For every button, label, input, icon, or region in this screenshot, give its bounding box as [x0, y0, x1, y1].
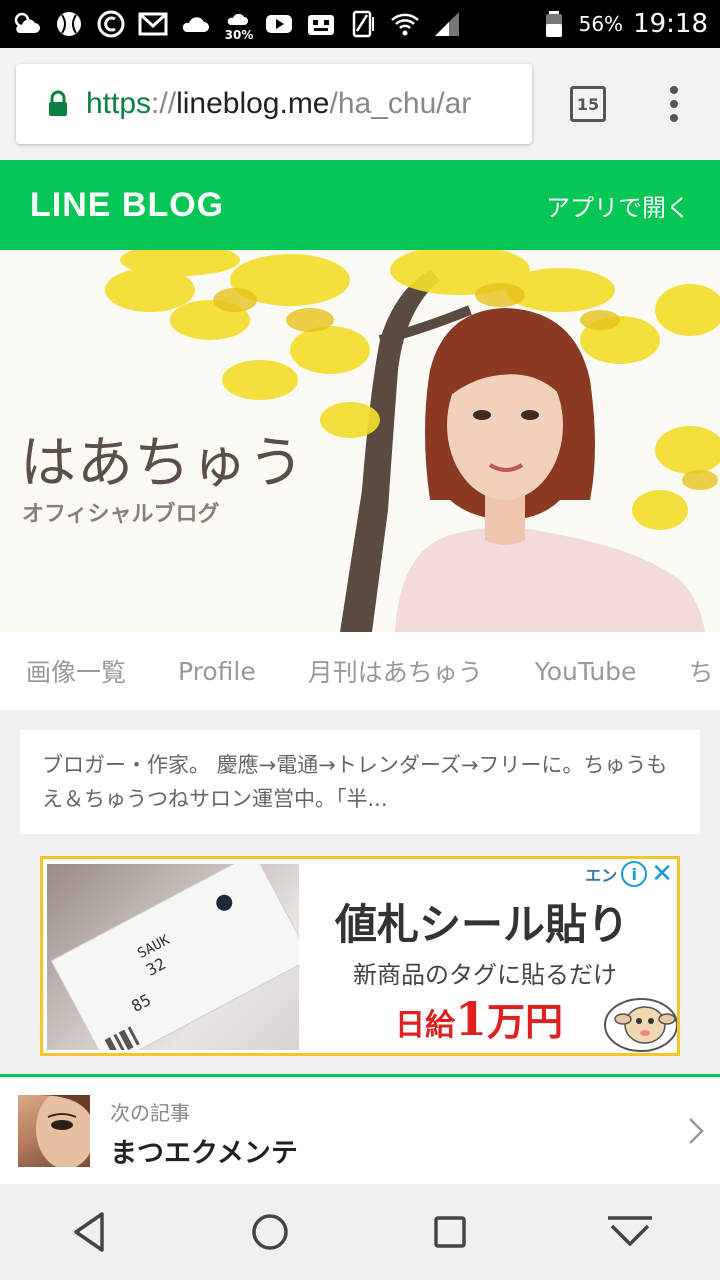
url-path: /ha_chu/ar: [329, 87, 472, 120]
tab-profile[interactable]: Profile: [152, 657, 282, 686]
open-in-app-link[interactable]: アプリで開く: [546, 188, 690, 223]
blog-hero-banner: はあちゅう オフィシャルブログ: [0, 250, 720, 632]
ad-pay-amount: 1: [455, 992, 488, 1046]
weather-icon: [12, 9, 42, 39]
url-scheme: https: [86, 87, 152, 120]
ad-image: SAUK 32 85: [47, 864, 299, 1050]
browser-toolbar: https://lineblog.me/ha_chu/ar 15: [0, 48, 720, 160]
home-button[interactable]: [244, 1206, 296, 1258]
ad-choices-text: エン: [585, 866, 618, 885]
rain-chance-icon: 30%: [222, 9, 253, 42]
status-bar: 30% 56% 19:18: [0, 0, 720, 48]
back-button[interactable]: [64, 1206, 116, 1258]
battery-percent: 56%: [578, 12, 624, 36]
blog-subtitle: オフィシャルブログ: [22, 502, 220, 527]
tab-switcher-button[interactable]: 15: [570, 86, 606, 122]
ad-pay: 日給1万円: [395, 991, 563, 1046]
lineblog-logo[interactable]: LINE BLOG: [30, 186, 224, 225]
chevron-right-icon[interactable]: [688, 1117, 704, 1145]
rain-chance-text: 30%: [224, 28, 254, 42]
overflow-menu-icon[interactable]: [660, 84, 688, 124]
blog-nav-tabs: 画像一覧 Profile 月刊はあちゅう YouTube ち: [0, 632, 720, 710]
recents-button[interactable]: [424, 1206, 476, 1258]
tab-more[interactable]: ち: [662, 653, 720, 689]
clock: 19:18: [633, 9, 708, 39]
notification-pull-button[interactable]: [604, 1206, 656, 1258]
next-article-title[interactable]: まつエクメンテ: [110, 1131, 298, 1170]
tab-monthly[interactable]: 月刊はあちゅう: [282, 653, 509, 689]
blog-title: はあちゅう: [20, 431, 305, 496]
tab-youtube[interactable]: YouTube: [509, 657, 663, 686]
youtube-icon: [264, 9, 294, 39]
ad-info-icon[interactable]: i: [621, 861, 648, 887]
advertisement-banner[interactable]: SAUK 32 85 エン i ✕ 値札シール貼り 新商品のタグに貼るだけ 日給…: [40, 856, 680, 1056]
tab-images[interactable]: 画像一覧: [0, 653, 152, 689]
next-article-thumbnail: [18, 1095, 90, 1167]
next-article-bar[interactable]: 次の記事 まつエクメンテ: [0, 1074, 720, 1184]
sheep-mascot-icon: [604, 998, 677, 1052]
ad-subtitle: 新商品のタグに貼るだけ: [353, 961, 617, 989]
cast-icon: [96, 9, 126, 39]
ad-pay-prefix: 日給: [395, 1008, 455, 1043]
signal-icon: [432, 9, 462, 39]
system-navigation-bar: [0, 1184, 720, 1280]
url-bar[interactable]: https://lineblog.me/ha_chu/ar: [16, 64, 532, 144]
battery-icon: [539, 9, 569, 39]
voicemail-icon: [306, 9, 336, 39]
recents-icon: [434, 1216, 466, 1248]
ad-choices[interactable]: エン i ✕: [585, 861, 673, 887]
tab-count: 15: [576, 94, 600, 114]
ad-pay-suffix: 万円: [487, 999, 564, 1044]
notification-pull-icon: [608, 1216, 652, 1246]
wifi-icon: [390, 9, 420, 39]
ad-close-icon[interactable]: ✕: [651, 861, 673, 887]
gmail-icon: [138, 9, 168, 39]
url-host: lineblog.me: [176, 87, 330, 120]
vibrate-icon: [348, 9, 378, 39]
cloud-icon: [180, 9, 210, 39]
home-icon: [252, 1214, 288, 1250]
lineblog-header: LINE BLOG アプリで開く: [0, 160, 720, 250]
baseball-icon: [54, 9, 84, 39]
screen: 30% 56% 19:18 https://lineblog.me/ha_chu…: [0, 0, 720, 1280]
lock-icon: [49, 90, 67, 116]
blog-description[interactable]: ブロガー・作家。 慶應→電通→トレンダーズ→フリーに。ちゅうもえ＆ちゅうつねサロ…: [20, 730, 700, 834]
ad-title: 値札シール貼り: [335, 900, 630, 949]
url-separator: ://: [151, 87, 177, 120]
back-icon: [74, 1212, 104, 1252]
next-article-label: 次の記事: [110, 1101, 190, 1125]
url-text[interactable]: https://lineblog.me/ha_chu/ar: [86, 87, 471, 121]
